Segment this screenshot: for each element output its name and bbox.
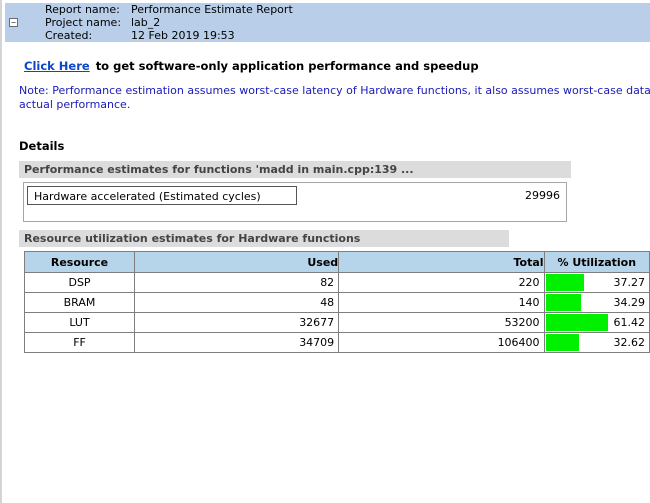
report-header: − Report name: Performance Estimate Repor… [5, 3, 650, 42]
note-line-2: actual performance. [19, 98, 131, 111]
project-name-key: Project name: [45, 16, 122, 29]
resource-cell: BRAM [23, 292, 136, 313]
report-name-key: Report name: [45, 3, 120, 16]
report-name-value: Performance Estimate Report [131, 3, 293, 16]
total-cell: 220 [338, 272, 545, 293]
used-cell: 48 [134, 292, 340, 313]
resource-cell: LUT [23, 312, 136, 333]
column-header-utilization: % Utilization [543, 251, 650, 273]
hardware-accelerated-label: Hardware accelerated (Estimated cycles) [27, 186, 297, 205]
created-key: Created: [45, 29, 93, 42]
table-row: DSP 82 220 37.27 [23, 272, 650, 293]
click-here-link[interactable]: Click Here [24, 59, 90, 73]
left-border [0, 0, 2, 503]
performance-section-title: Performance estimates for functions 'mad… [19, 161, 571, 178]
details-heading: Details [19, 139, 65, 153]
table-row: FF 34709 106400 32.62 [23, 332, 650, 353]
resource-section-title: Resource utilization estimates for Hardw… [19, 230, 509, 247]
total-cell: 53200 [338, 312, 545, 333]
performance-note: Note: Performance estimation assumes wor… [19, 84, 650, 112]
project-name-value: lab_2 [131, 16, 161, 29]
column-header-used: Used [134, 251, 340, 273]
collapse-toggle-icon[interactable]: − [9, 18, 18, 27]
total-cell: 106400 [338, 332, 545, 353]
resource-cell: FF [23, 332, 136, 353]
total-cell: 140 [338, 292, 545, 313]
used-cell: 34709 [134, 332, 340, 353]
software-only-link-line: Click Here to get software-only applicati… [24, 59, 479, 73]
performance-table: Hardware accelerated (Estimated cycles) … [23, 182, 567, 222]
utilization-cell: 34.29 [543, 292, 650, 313]
utilization-value: 61.42 [613, 316, 646, 329]
utilization-value: 34.29 [613, 296, 646, 309]
utilization-cell: 32.62 [543, 332, 650, 353]
used-cell: 82 [134, 272, 340, 293]
column-header-resource: Resource [23, 251, 136, 273]
utilization-value: 32.62 [613, 336, 646, 349]
resource-cell: DSP [23, 272, 136, 293]
utilization-cell: 37.27 [543, 272, 650, 293]
link-description: to get software-only application perform… [95, 59, 479, 73]
created-value: 12 Feb 2019 19:53 [131, 29, 235, 42]
table-row: BRAM 48 140 34.29 [23, 292, 650, 313]
created-row: Created: 12 Feb 2019 19:53 [45, 29, 235, 42]
utilization-value: 37.27 [613, 276, 646, 289]
utilization-cell: 61.42 [543, 312, 650, 333]
project-name-row: Project name: lab_2 [45, 16, 160, 29]
table-header-row: Resource Used Total % Utilization [23, 251, 650, 273]
column-header-total: Total [338, 251, 545, 273]
table-row: LUT 32677 53200 61.42 [23, 312, 650, 333]
estimated-cycles-value: 29996 [525, 189, 560, 202]
report-name-row: Report name: Performance Estimate Report [45, 3, 293, 16]
resource-utilization-table: Resource Used Total % Utilization DSP 82… [23, 251, 650, 353]
used-cell: 32677 [134, 312, 340, 333]
note-line-1: Note: Performance estimation assumes wor… [19, 84, 650, 97]
